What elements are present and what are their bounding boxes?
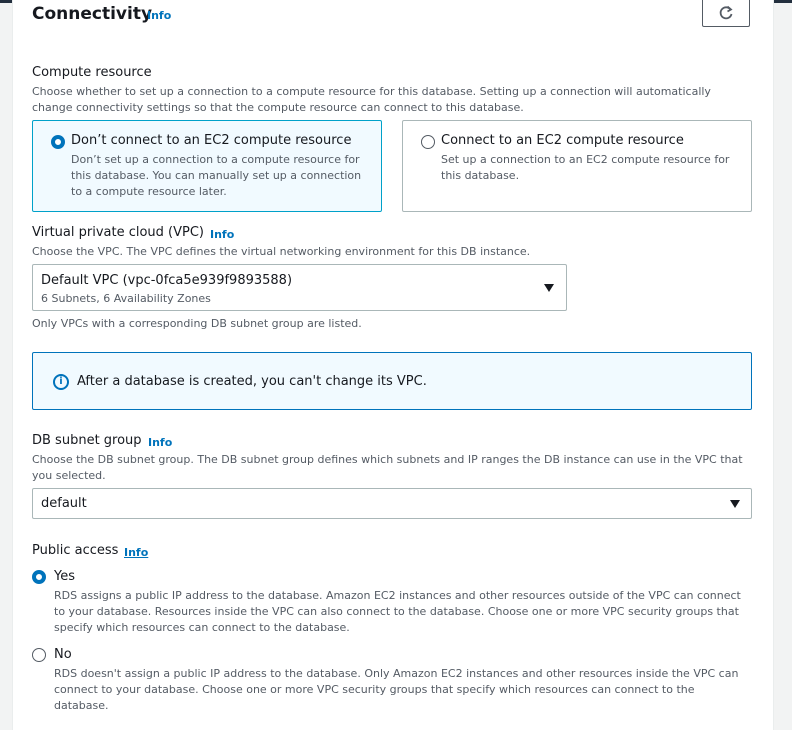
compute-resource-description: Choose whether to set up a connection to…: [32, 85, 711, 114]
radio-selected[interactable]: [51, 135, 65, 149]
chevron-down-icon: [730, 500, 740, 508]
vpc-selected-detail: 6 Subnets, 6 Availability Zones: [41, 292, 211, 305]
chevron-down-icon: [544, 284, 554, 292]
public-access-yes-radio[interactable]: [32, 570, 46, 584]
info-circle-icon: i: [53, 374, 69, 390]
public-access-no-radio[interactable]: [32, 648, 46, 662]
subnet-label: DB subnet group: [32, 433, 142, 448]
option-title: Connect to an EC2 compute resource: [441, 133, 684, 148]
public-access-info-link[interactable]: Info: [124, 546, 148, 559]
option-description: Set up a connection to an EC2 compute re…: [441, 153, 730, 182]
section-info-link[interactable]: Info: [147, 9, 171, 22]
public-access-no-description: RDS doesn't assign a public IP address t…: [54, 667, 739, 712]
public-access-no-label[interactable]: No: [54, 647, 72, 662]
section-title: Connectivity: [32, 4, 153, 24]
refresh-icon: [719, 5, 733, 20]
subnet-info-link[interactable]: Info: [148, 436, 172, 449]
vpc-hint: Only VPCs with a corresponding DB subnet…: [32, 317, 362, 330]
vpc-info-link[interactable]: Info: [210, 228, 234, 241]
alert-text: After a database is created, you can't c…: [77, 374, 427, 389]
compute-resource-label: Compute resource: [32, 65, 152, 80]
subnet-select[interactable]: default: [32, 488, 752, 519]
vpc-selected-value: Default VPC (vpc-0fca5e939f9893588): [41, 273, 293, 288]
subnet-selected-value: default: [41, 496, 87, 511]
vpc-alert: i After a database is created, you can't…: [32, 352, 752, 410]
compute-option-dont-connect[interactable]: Don’t connect to an EC2 compute resource…: [32, 120, 382, 212]
public-access-yes-label[interactable]: Yes: [54, 569, 75, 584]
refresh-button[interactable]: [702, 0, 750, 27]
subnet-description: Choose the DB subnet group. The DB subne…: [32, 453, 743, 482]
option-description: Don’t set up a connection to a compute r…: [71, 153, 362, 198]
option-title: Don’t connect to an EC2 compute resource: [71, 133, 352, 148]
vpc-description: Choose the VPC. The VPC defines the virt…: [32, 245, 531, 258]
radio-unselected[interactable]: [421, 135, 435, 149]
compute-option-connect[interactable]: Connect to an EC2 compute resource Set u…: [402, 120, 752, 212]
public-access-yes-description: RDS assigns a public IP address to the d…: [54, 589, 741, 634]
vpc-label: Virtual private cloud (VPC): [32, 225, 204, 240]
vpc-select[interactable]: Default VPC (vpc-0fca5e939f9893588) 6 Su…: [32, 264, 567, 311]
public-access-label: Public access: [32, 543, 119, 558]
